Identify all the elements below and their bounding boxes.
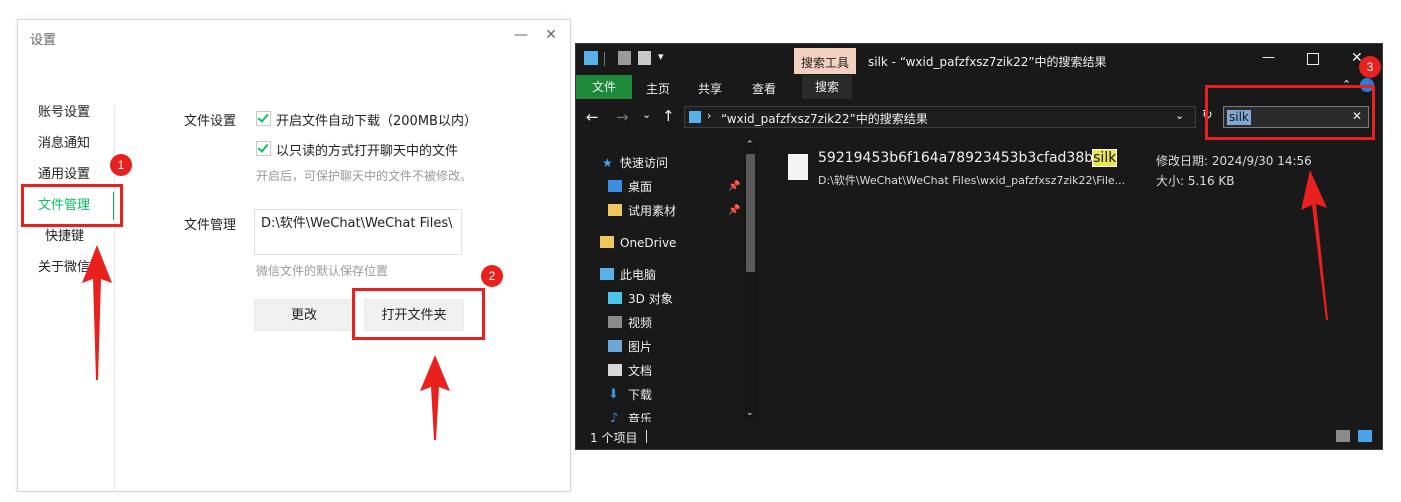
desktop-icon	[608, 180, 622, 192]
scroll-down-icon[interactable]: ⌄	[746, 408, 754, 418]
file-icon	[788, 154, 808, 180]
breadcrumb-chevron-icon: ›	[707, 109, 712, 122]
step-badge-3: 3	[1359, 56, 1381, 78]
picture-icon	[608, 340, 622, 352]
result-file-name[interactable]: 59219453b6f164a78923453b3cfad38bsilk	[818, 149, 1118, 167]
readonly-checkbox[interactable]	[256, 141, 271, 156]
tree-videos[interactable]: 视频	[608, 312, 742, 334]
recent-dropdown-icon[interactable]: ⌄	[642, 108, 651, 121]
minimize-button[interactable]: —	[510, 24, 532, 46]
address-text: “wxid_pafzfxsz7zik22”中的搜索结果	[721, 112, 928, 126]
tree-label: 试用素材	[628, 204, 677, 218]
tab-view[interactable]: 查看	[744, 79, 784, 99]
up-icon[interactable]: ↑	[662, 107, 675, 125]
readonly-hint: 开启后，可保护聊天中的文件不被修改。	[256, 169, 473, 183]
document-icon	[608, 364, 622, 376]
highlight-open-folder	[352, 288, 485, 340]
tree-label: 快速访问	[620, 156, 669, 170]
quick-access-dropdown-icon[interactable]: ▾	[658, 50, 664, 63]
scrollbar-thumb[interactable]	[746, 154, 755, 272]
auto-download-checkbox[interactable]	[256, 111, 271, 126]
forward-icon[interactable]: →	[616, 108, 629, 126]
tree-documents[interactable]: 文档	[608, 360, 742, 382]
maximize-icon[interactable]	[1307, 53, 1319, 65]
save-path-hint: 微信文件的默认保存位置	[256, 264, 389, 278]
pin-icon: 📌	[728, 205, 741, 216]
tree-label: 音乐	[628, 412, 653, 422]
search-hit-highlight: silk	[1092, 149, 1118, 167]
tree-trial-materials[interactable]: 试用素材 📌	[608, 200, 742, 222]
search-location-icon	[689, 111, 701, 123]
pin-icon: 📌	[728, 181, 741, 192]
minimize-icon[interactable]: —	[1262, 50, 1275, 65]
folder-icon	[600, 236, 614, 248]
window-title: 设置	[30, 33, 57, 48]
change-button[interactable]: 更改	[254, 299, 354, 331]
highlight-file-management	[21, 184, 123, 227]
tree-label: 桌面	[628, 180, 653, 194]
star-icon: ★	[602, 156, 613, 170]
tab-home[interactable]: 主页	[638, 79, 678, 99]
new-folder-icon[interactable]	[638, 51, 651, 65]
tab-share[interactable]: 共享	[690, 79, 730, 99]
video-icon	[608, 316, 622, 328]
music-icon: ♪	[610, 411, 619, 422]
properties-icon[interactable]	[618, 51, 631, 65]
result-size: 大小: 5.16 KB	[1156, 174, 1235, 188]
tab-search[interactable]: 搜索	[802, 77, 852, 97]
step-badge-1: 1	[110, 154, 132, 176]
navigation-pane: ★ 快速访问 桌面 📌 试用素材 📌 OneDrive 此电脑 3D 对象 视频	[598, 152, 743, 422]
tree-onedrive[interactable]: OneDrive	[600, 232, 742, 254]
arrow-up-2	[420, 355, 450, 440]
highlight-search-box	[1205, 85, 1375, 140]
auto-download-label: 开启文件自动下载（200MB以内）	[276, 114, 477, 129]
step-badge-2: 2	[481, 265, 503, 287]
folder-icon	[608, 204, 622, 216]
details-view-icon[interactable]	[1336, 430, 1350, 442]
save-path-field: D:\软件\WeChat\WeChat Files\	[254, 209, 462, 255]
result-modified-date: 修改日期: 2024/9/30 14:56	[1156, 154, 1312, 168]
cube-icon	[608, 292, 622, 304]
explorer-app-icon	[584, 51, 598, 65]
scroll-up-icon[interactable]: ⌃	[746, 140, 754, 150]
download-icon: ⬇	[608, 387, 619, 402]
explorer-window-title: silk - “wxid_pafzfxsz7zik22”中的搜索结果	[868, 55, 1107, 69]
file-management-label: 文件管理	[184, 218, 237, 233]
close-button[interactable]: ✕	[540, 24, 562, 46]
search-tools-context-tab[interactable]: 搜索工具	[794, 54, 856, 71]
nav-scrollbar[interactable]: ⌃ ⌄	[743, 140, 758, 422]
tree-3d-objects[interactable]: 3D 对象	[608, 288, 742, 310]
result-file-path: D:\软件\WeChat\WeChat Files\wxid_pafzfxsz7…	[818, 174, 1126, 187]
tree-this-pc[interactable]: 此电脑	[600, 264, 742, 286]
tree-label: 此电脑	[620, 268, 657, 282]
tree-label: 视频	[628, 316, 653, 330]
tree-label: 图片	[628, 340, 653, 354]
back-icon[interactable]: ←	[586, 108, 599, 126]
readonly-label: 以只读的方式打开聊天中的文件	[276, 144, 459, 159]
pc-icon	[600, 268, 614, 280]
file-name-text: 59219453b6f164a78923453b3cfad38b	[818, 150, 1094, 166]
tree-label: 3D 对象	[628, 292, 673, 306]
address-bar[interactable]: › “wxid_pafzfxsz7zik22”中的搜索结果 ⌄	[684, 106, 1196, 128]
large-icons-view-icon[interactable]	[1358, 430, 1372, 442]
tree-label: 文档	[628, 364, 653, 378]
address-dropdown-icon[interactable]: ⌄	[1175, 109, 1184, 122]
tree-label: 下载	[628, 388, 653, 402]
toolbar-separator	[604, 52, 605, 66]
tree-downloads[interactable]: ⬇ 下载	[608, 384, 742, 406]
arrow-up-3	[1301, 170, 1328, 320]
file-settings-label: 文件设置	[184, 114, 237, 129]
tree-label: OneDrive	[620, 236, 677, 250]
results-pane: 59219453b6f164a78923453b3cfad38bsilk D:\…	[762, 140, 1372, 422]
status-separator	[646, 430, 647, 443]
arrow-up-1	[82, 245, 112, 380]
tree-quick-access[interactable]: ★ 快速访问	[602, 152, 742, 174]
status-bar: 1 个项目	[576, 424, 1382, 448]
tree-desktop[interactable]: 桌面 📌	[608, 176, 742, 198]
item-count: 1 个项目	[590, 431, 638, 445]
tree-music[interactable]: ♪ 音乐	[608, 408, 742, 422]
tree-pictures[interactable]: 图片	[608, 336, 742, 358]
tab-file[interactable]: 文件	[576, 77, 632, 97]
